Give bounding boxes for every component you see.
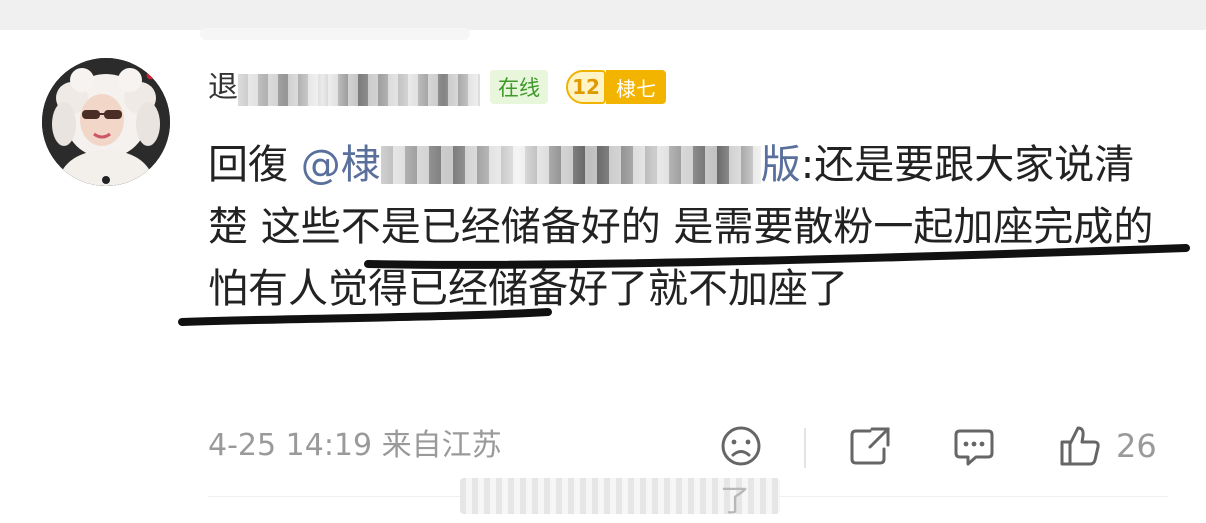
sad-face-icon: [721, 426, 761, 466]
username[interactable]: 退: [208, 68, 238, 108]
mention-end: 版: [760, 142, 801, 188]
comment-icon: [954, 429, 994, 466]
top-strip-tab: [200, 28, 470, 40]
dislike-button[interactable]: [720, 424, 762, 468]
level-name: 棣七: [606, 70, 666, 104]
mention-link[interactable]: @棣 版: [301, 142, 801, 188]
next-reply-tail: 了: [720, 484, 750, 519]
share-icon: [850, 427, 890, 465]
avatar[interactable]: ●: [42, 58, 170, 186]
reply-prefix: 回復: [208, 142, 288, 188]
mention-start: @棣: [300, 142, 381, 188]
like-count: 26: [1116, 427, 1157, 465]
thumbs-up-icon: [1060, 426, 1100, 466]
comment-time: 14:19: [285, 428, 373, 463]
like-button[interactable]: 26: [1058, 424, 1157, 468]
comment-location: 来自江苏: [381, 428, 502, 463]
online-badge: 在线: [490, 70, 548, 104]
top-strip: [0, 0, 1206, 40]
level-number: 12: [566, 70, 606, 104]
comment-date: 4-25: [208, 428, 277, 463]
next-reply-preview: 了: [460, 478, 780, 519]
username-mosaic: [238, 74, 480, 106]
comment-text: 回復 @棣 版:还是要跟大家说清楚 这些不是已经储备好的 是需要散粉一起加座完成的…: [208, 134, 1168, 320]
mention-mosaic: [380, 146, 761, 184]
share-button[interactable]: [848, 424, 892, 468]
comment-button[interactable]: [952, 424, 996, 468]
avatar-image: ●: [42, 58, 170, 186]
comment-meta: 4-25 14:19 来自江苏: [208, 428, 502, 464]
level-badge: 12 棣七: [566, 68, 666, 106]
svg-text:●: ●: [146, 70, 155, 81]
action-separator: [804, 428, 806, 468]
